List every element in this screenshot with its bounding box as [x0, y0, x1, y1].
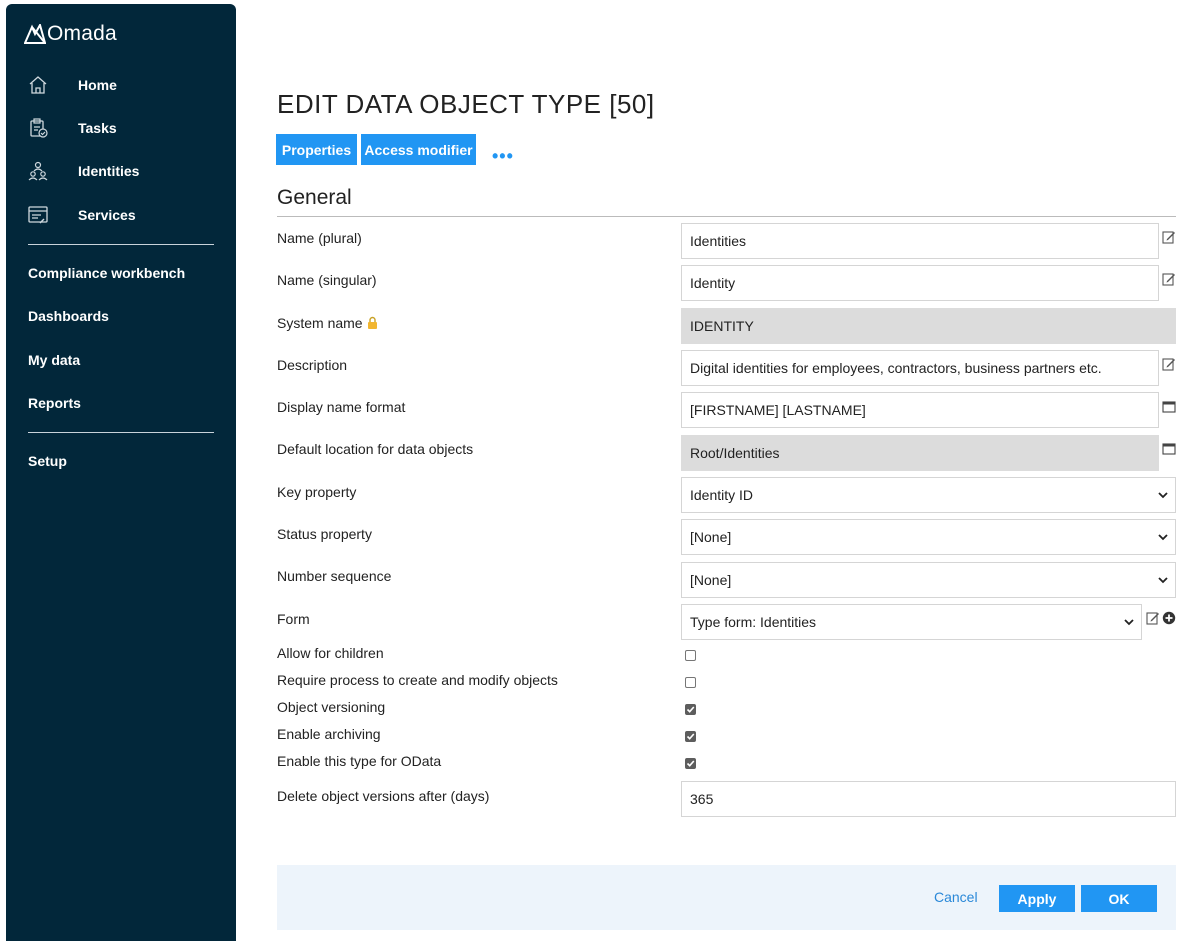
nav-item-services[interactable]: Services	[6, 197, 236, 233]
apply-button[interactable]: Apply	[999, 885, 1075, 912]
window-icon[interactable]	[1162, 400, 1176, 414]
nav-item-label: Home	[78, 77, 117, 93]
chevron-down-icon	[1158, 492, 1168, 499]
checkmark-icon	[686, 706, 695, 713]
field-label: Number sequence	[277, 568, 392, 584]
field-label: Enable archiving	[277, 726, 381, 742]
sidebar-divider	[28, 432, 214, 433]
chevron-down-icon	[1124, 619, 1134, 626]
nav-item-tasks[interactable]: Tasks	[6, 110, 236, 146]
field-label: Name (plural)	[277, 230, 362, 246]
more-tabs-button[interactable]: •••	[492, 146, 514, 166]
field-label: Display name format	[277, 399, 406, 415]
system-name-label: System name	[277, 315, 363, 331]
field-label: Key property	[277, 484, 357, 500]
checkmark-icon	[686, 733, 695, 740]
number-sequence-select[interactable]: [None]	[681, 562, 1176, 598]
chevron-down-icon	[1158, 577, 1168, 584]
sidebar: Omada Home Tasks Identities Services Com…	[6, 4, 236, 941]
field-label: Default location for data objects	[277, 441, 474, 457]
home-icon	[26, 73, 50, 97]
services-icon	[26, 203, 50, 227]
field-label: Status property	[277, 526, 372, 542]
name-singular-input[interactable]: Identity	[681, 265, 1159, 301]
logo-text: Omada	[47, 22, 117, 45]
field-value: Identities	[690, 233, 747, 249]
key-property-select[interactable]: Identity ID	[681, 477, 1176, 513]
edit-icon[interactable]	[1162, 272, 1176, 286]
enable-archiving-checkbox[interactable]	[685, 731, 696, 742]
field-label: Require process to create and modify obj…	[277, 672, 558, 688]
nav-item-label: Identities	[78, 163, 140, 179]
object-versioning-checkbox[interactable]	[685, 704, 696, 715]
description-input[interactable]: Digital identities for employees, contra…	[681, 350, 1159, 386]
select-value: Type form: Identities	[690, 614, 817, 630]
nav-link-reports[interactable]: Reports	[28, 395, 81, 411]
section-title: General	[277, 186, 352, 209]
nav-link-setup[interactable]: Setup	[28, 453, 67, 469]
field-label: Name (singular)	[277, 272, 377, 288]
nav-link-compliance-workbench[interactable]: Compliance workbench	[28, 265, 185, 281]
field-label: Enable this type for OData	[277, 753, 442, 769]
field-label: Form	[277, 611, 310, 627]
tab-access-modifier[interactable]: Access modifier	[361, 134, 476, 165]
nav-item-identities[interactable]: Identities	[6, 153, 236, 189]
field-label: Object versioning	[277, 699, 386, 715]
tab-properties[interactable]: Properties	[276, 134, 357, 165]
nav-item-home[interactable]: Home	[6, 67, 236, 103]
sidebar-divider	[28, 244, 214, 245]
field-value: IDENTITY	[690, 318, 754, 334]
allow-children-checkbox[interactable]	[685, 650, 696, 661]
status-property-select[interactable]: [None]	[681, 519, 1176, 555]
field-value: [FIRSTNAME] [LASTNAME]	[690, 402, 866, 418]
add-icon[interactable]	[1162, 611, 1176, 625]
nav-item-label: Services	[78, 207, 136, 223]
select-value: [None]	[690, 572, 732, 588]
name-plural-input[interactable]: Identities	[681, 223, 1159, 259]
field-value: Identity	[690, 275, 736, 291]
field-label: Description	[277, 357, 348, 373]
omada-logo-icon	[24, 24, 46, 44]
ok-button[interactable]: OK	[1081, 885, 1157, 912]
lock-icon	[367, 316, 377, 329]
window-icon[interactable]	[1162, 442, 1176, 456]
edit-icon[interactable]	[1146, 611, 1160, 625]
select-value: [None]	[690, 529, 732, 545]
field-value: 365	[690, 791, 714, 807]
nav-item-label: Tasks	[78, 120, 117, 136]
form-select[interactable]: Type form: Identities	[681, 604, 1142, 640]
nav-link-dashboards[interactable]: Dashboards	[28, 308, 109, 324]
system-name-field: IDENTITY	[681, 308, 1176, 344]
select-value: Identity ID	[690, 487, 754, 503]
section-divider	[277, 216, 1176, 217]
identities-icon	[26, 159, 50, 183]
checkmark-icon	[686, 760, 695, 767]
default-location-field: Root/Identities	[681, 435, 1159, 471]
chevron-down-icon	[1158, 534, 1168, 541]
field-label: System name	[277, 315, 378, 331]
require-process-checkbox[interactable]	[685, 677, 696, 688]
omada-logo[interactable]: Omada	[24, 22, 117, 46]
nav-link-my-data[interactable]: My data	[28, 352, 80, 368]
field-value: Digital identities for employees, contra…	[690, 360, 1102, 376]
tasks-icon	[26, 116, 50, 140]
display-name-format-input[interactable]: [FIRSTNAME] [LASTNAME]	[681, 392, 1159, 428]
page-title: EDIT DATA OBJECT TYPE [50]	[277, 89, 655, 119]
delete-versions-days-input[interactable]: 365	[681, 781, 1176, 817]
field-label: Delete object versions after (days)	[277, 788, 490, 804]
field-value: Root/Identities	[690, 445, 780, 461]
enable-odata-checkbox[interactable]	[685, 758, 696, 769]
field-label: Allow for children	[277, 645, 384, 661]
cancel-button[interactable]: Cancel	[934, 889, 978, 905]
edit-icon[interactable]	[1162, 357, 1176, 371]
edit-icon[interactable]	[1162, 230, 1176, 244]
